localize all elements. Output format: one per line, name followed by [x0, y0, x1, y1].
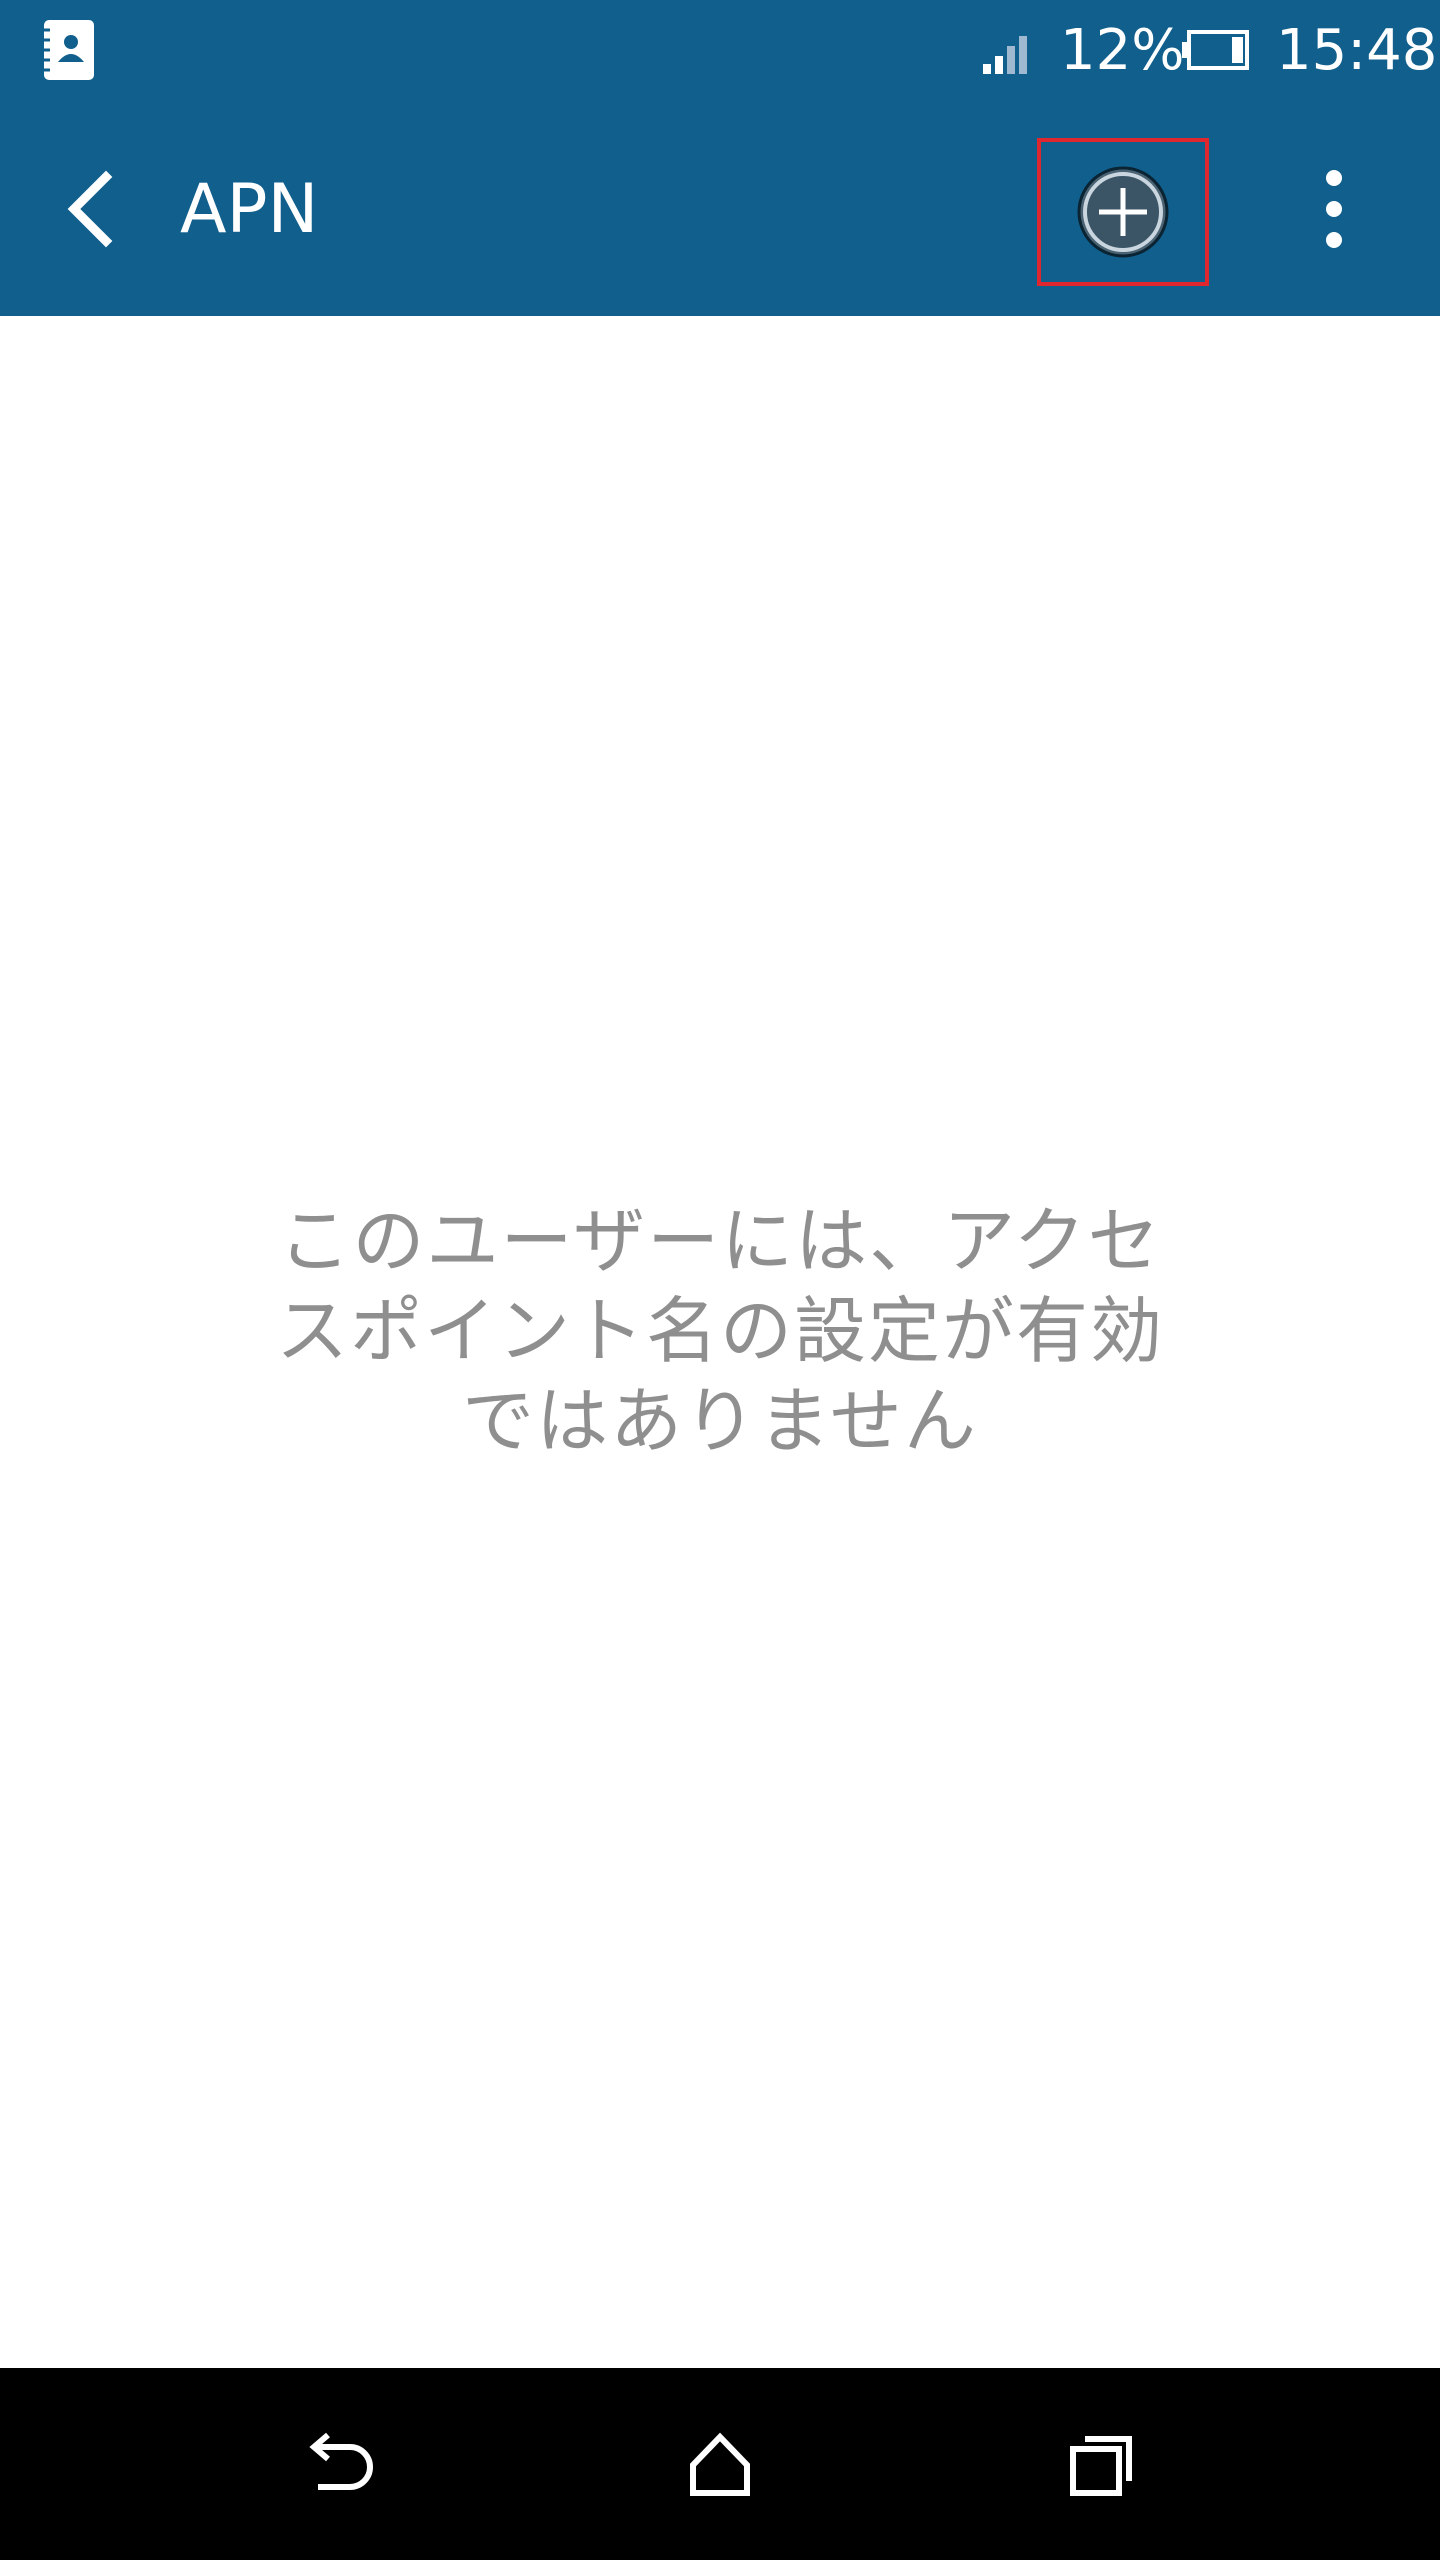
empty-message-line: ではありません [462, 1379, 978, 1463]
empty-state-message: このユーザーには、アクセ スポイント名の設定が有効 ではありません [240, 1196, 1200, 1466]
navigation-bar [0, 2368, 1440, 2560]
battery-icon [1182, 30, 1249, 70]
add-apn-button[interactable] [1037, 138, 1209, 286]
status-bar: 12% 15:48 [0, 0, 1440, 102]
cell-signal-icon [983, 36, 1027, 74]
nav-back-button[interactable] [278, 2404, 398, 2524]
apn-list-area: このユーザーには、アクセ スポイント名の設定が有効 ではありません [0, 316, 1440, 2368]
overflow-menu-button[interactable] [1284, 154, 1384, 264]
add-circle-icon [1077, 166, 1169, 258]
nav-recents-button[interactable] [1042, 2404, 1162, 2524]
more-vertical-icon [1326, 170, 1342, 248]
app-bar: APN [0, 102, 1440, 316]
recents-icon [1070, 2436, 1132, 2496]
empty-message-line: このユーザーには、アクセ [278, 1199, 1162, 1283]
clock: 15:48 [1276, 18, 1438, 83]
nav-home-button[interactable] [660, 2404, 780, 2524]
apn-screen: 12% 15:48 APN このユーザーには、アクセ スポイント名の設定が有効 … [0, 0, 1440, 2560]
back-arrow-icon [309, 2432, 373, 2490]
contacts-icon [38, 20, 94, 80]
chevron-left-icon [67, 170, 113, 248]
empty-message-line: スポイント名の設定が有効 [275, 1289, 1164, 1373]
page-title: APN [180, 170, 319, 249]
battery-percent: 12% [1060, 18, 1185, 83]
back-button[interactable] [40, 154, 140, 264]
home-icon [690, 2432, 750, 2496]
